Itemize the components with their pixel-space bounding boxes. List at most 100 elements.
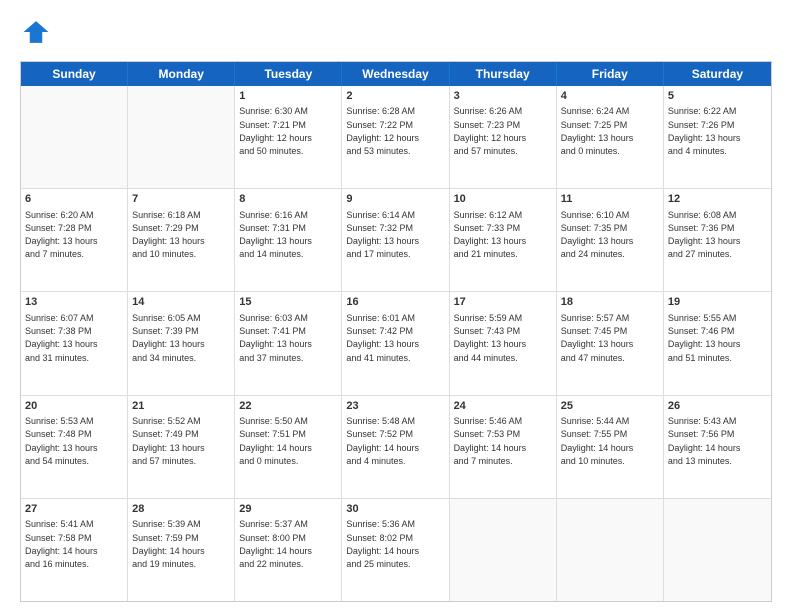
- calendar-cell: [557, 499, 664, 601]
- weekday-header-thursday: Thursday: [450, 62, 557, 86]
- day-number: 19: [668, 295, 767, 310]
- calendar-cell: 29 Sunrise: 5:37 AMSunset: 8:00 PMDayligh…: [235, 499, 342, 601]
- cell-text: Sunrise: 6:10 AMSunset: 7:35 PMDaylight:…: [561, 210, 634, 260]
- weekday-header-tuesday: Tuesday: [235, 62, 342, 86]
- calendar-cell: 4 Sunrise: 6:24 AMSunset: 7:25 PMDaylight…: [557, 86, 664, 188]
- day-number: 14: [132, 295, 230, 310]
- calendar: SundayMondayTuesdayWednesdayThursdayFrid…: [20, 61, 772, 602]
- cell-text: Sunrise: 5:43 AMSunset: 7:56 PMDaylight:…: [668, 416, 741, 466]
- day-number: 12: [668, 192, 767, 207]
- calendar-row-3: 20Sunrise: 5:53 AMSunset: 7:48 PMDayligh…: [21, 396, 771, 499]
- day-number: 27: [25, 502, 123, 517]
- calendar-cell: 23 Sunrise: 5:48 AMSunset: 7:52 PMDayligh…: [342, 396, 449, 498]
- day-number: 16: [346, 295, 444, 310]
- cell-text: Sunrise: 5:59 AMSunset: 7:43 PMDaylight:…: [454, 313, 527, 363]
- cell-text: Sunrise: 5:39 AMSunset: 7:59 PMDaylight:…: [132, 519, 205, 569]
- cell-text: Sunrise: 5:48 AMSunset: 7:52 PMDaylight:…: [346, 416, 419, 466]
- calendar-cell: [664, 499, 771, 601]
- calendar-row-2: 13 Sunrise: 6:07 AMSunset: 7:38 PMDayligh…: [21, 292, 771, 395]
- calendar-cell: 25Sunrise: 5:44 AMSunset: 7:55 PMDayligh…: [557, 396, 664, 498]
- weekday-header-sunday: Sunday: [21, 62, 128, 86]
- cell-text: Sunrise: 6:26 AMSunset: 7:23 PMDaylight:…: [454, 106, 527, 156]
- cell-text: Sunrise: 6:07 AMSunset: 7:38 PMDaylight:…: [25, 313, 98, 363]
- calendar-cell: 26 Sunrise: 5:43 AMSunset: 7:56 PMDayligh…: [664, 396, 771, 498]
- calendar-cell: 7Sunrise: 6:18 AMSunset: 7:29 PMDaylight…: [128, 189, 235, 291]
- calendar-cell: 3 Sunrise: 6:26 AMSunset: 7:23 PMDaylight…: [450, 86, 557, 188]
- cell-text: Sunrise: 5:37 AMSunset: 8:00 PMDaylight:…: [239, 519, 312, 569]
- cell-text: Sunrise: 5:57 AMSunset: 7:45 PMDaylight:…: [561, 313, 634, 363]
- cell-text: Sunrise: 6:22 AMSunset: 7:26 PMDaylight:…: [668, 106, 741, 156]
- day-number: 22: [239, 399, 337, 414]
- cell-text: Sunrise: 6:18 AMSunset: 7:29 PMDaylight:…: [132, 210, 205, 260]
- cell-text: Sunrise: 6:01 AMSunset: 7:42 PMDaylight:…: [346, 313, 419, 363]
- cell-text: Sunrise: 5:50 AMSunset: 7:51 PMDaylight:…: [239, 416, 312, 466]
- day-number: 4: [561, 89, 659, 104]
- day-number: 24: [454, 399, 552, 414]
- calendar-row-4: 27 Sunrise: 5:41 AMSunset: 7:58 PMDayligh…: [21, 499, 771, 601]
- day-number: 29: [239, 502, 337, 517]
- calendar-cell: 17 Sunrise: 5:59 AMSunset: 7:43 PMDayligh…: [450, 292, 557, 394]
- cell-text: Sunrise: 6:03 AMSunset: 7:41 PMDaylight:…: [239, 313, 312, 363]
- calendar-cell: 5 Sunrise: 6:22 AMSunset: 7:26 PMDaylight…: [664, 86, 771, 188]
- calendar-cell: 30 Sunrise: 5:36 AMSunset: 8:02 PMDayligh…: [342, 499, 449, 601]
- calendar-cell: 1 Sunrise: 6:30 AMSunset: 7:21 PMDaylight…: [235, 86, 342, 188]
- cell-text: Sunrise: 5:55 AMSunset: 7:46 PMDaylight:…: [668, 313, 741, 363]
- weekday-header-wednesday: Wednesday: [342, 62, 449, 86]
- calendar-cell: 27 Sunrise: 5:41 AMSunset: 7:58 PMDayligh…: [21, 499, 128, 601]
- day-number: 2: [346, 89, 444, 104]
- day-number: 11: [561, 192, 659, 207]
- logo-icon: [22, 18, 50, 46]
- calendar-cell: 18 Sunrise: 5:57 AMSunset: 7:45 PMDayligh…: [557, 292, 664, 394]
- calendar-cell: [450, 499, 557, 601]
- calendar-header: SundayMondayTuesdayWednesdayThursdayFrid…: [21, 62, 771, 86]
- day-number: 9: [346, 192, 444, 207]
- header: [20, 18, 772, 51]
- cell-text: Sunrise: 5:41 AMSunset: 7:58 PMDaylight:…: [25, 519, 98, 569]
- day-number: 30: [346, 502, 444, 517]
- calendar-cell: 15 Sunrise: 6:03 AMSunset: 7:41 PMDayligh…: [235, 292, 342, 394]
- calendar-cell: 2 Sunrise: 6:28 AMSunset: 7:22 PMDaylight…: [342, 86, 449, 188]
- calendar-body: 1 Sunrise: 6:30 AMSunset: 7:21 PMDaylight…: [21, 86, 771, 601]
- day-number: 8: [239, 192, 337, 207]
- cell-text: Sunrise: 5:46 AMSunset: 7:53 PMDaylight:…: [454, 416, 527, 466]
- cell-text: Sunrise: 6:16 AMSunset: 7:31 PMDaylight:…: [239, 210, 312, 260]
- day-number: 20: [25, 399, 123, 414]
- cell-text: Sunrise: 6:05 AMSunset: 7:39 PMDaylight:…: [132, 313, 205, 363]
- logo: [20, 18, 52, 51]
- cell-text: Sunrise: 6:28 AMSunset: 7:22 PMDaylight:…: [346, 106, 419, 156]
- calendar-cell: [21, 86, 128, 188]
- cell-text: Sunrise: 6:20 AMSunset: 7:28 PMDaylight:…: [25, 210, 98, 260]
- calendar-row-1: 6 Sunrise: 6:20 AMSunset: 7:28 PMDaylight…: [21, 189, 771, 292]
- calendar-cell: 24 Sunrise: 5:46 AMSunset: 7:53 PMDayligh…: [450, 396, 557, 498]
- day-number: 6: [25, 192, 123, 207]
- day-number: 18: [561, 295, 659, 310]
- cell-text: Sunrise: 5:36 AMSunset: 8:02 PMDaylight:…: [346, 519, 419, 569]
- calendar-page: SundayMondayTuesdayWednesdayThursdayFrid…: [0, 0, 792, 612]
- calendar-cell: 8 Sunrise: 6:16 AMSunset: 7:31 PMDaylight…: [235, 189, 342, 291]
- cell-text: Sunrise: 6:12 AMSunset: 7:33 PMDaylight:…: [454, 210, 527, 260]
- day-number: 13: [25, 295, 123, 310]
- day-number: 26: [668, 399, 767, 414]
- calendar-cell: 13 Sunrise: 6:07 AMSunset: 7:38 PMDayligh…: [21, 292, 128, 394]
- calendar-cell: 19 Sunrise: 5:55 AMSunset: 7:46 PMDayligh…: [664, 292, 771, 394]
- day-number: 10: [454, 192, 552, 207]
- calendar-cell: 21Sunrise: 5:52 AMSunset: 7:49 PMDayligh…: [128, 396, 235, 498]
- day-number: 1: [239, 89, 337, 104]
- day-number: 3: [454, 89, 552, 104]
- calendar-cell: 20Sunrise: 5:53 AMSunset: 7:48 PMDayligh…: [21, 396, 128, 498]
- calendar-cell: 11 Sunrise: 6:10 AMSunset: 7:35 PMDayligh…: [557, 189, 664, 291]
- day-number: 23: [346, 399, 444, 414]
- day-number: 15: [239, 295, 337, 310]
- cell-text: Sunrise: 6:14 AMSunset: 7:32 PMDaylight:…: [346, 210, 419, 260]
- day-number: 21: [132, 399, 230, 414]
- cell-text: Sunrise: 6:30 AMSunset: 7:21 PMDaylight:…: [239, 106, 312, 156]
- cell-text: Sunrise: 6:24 AMSunset: 7:25 PMDaylight:…: [561, 106, 634, 156]
- weekday-header-friday: Friday: [557, 62, 664, 86]
- day-number: 25: [561, 399, 659, 414]
- calendar-cell: 6 Sunrise: 6:20 AMSunset: 7:28 PMDaylight…: [21, 189, 128, 291]
- day-number: 5: [668, 89, 767, 104]
- day-number: 17: [454, 295, 552, 310]
- calendar-cell: 14 Sunrise: 6:05 AMSunset: 7:39 PMDayligh…: [128, 292, 235, 394]
- calendar-cell: 12Sunrise: 6:08 AMSunset: 7:36 PMDayligh…: [664, 189, 771, 291]
- weekday-header-monday: Monday: [128, 62, 235, 86]
